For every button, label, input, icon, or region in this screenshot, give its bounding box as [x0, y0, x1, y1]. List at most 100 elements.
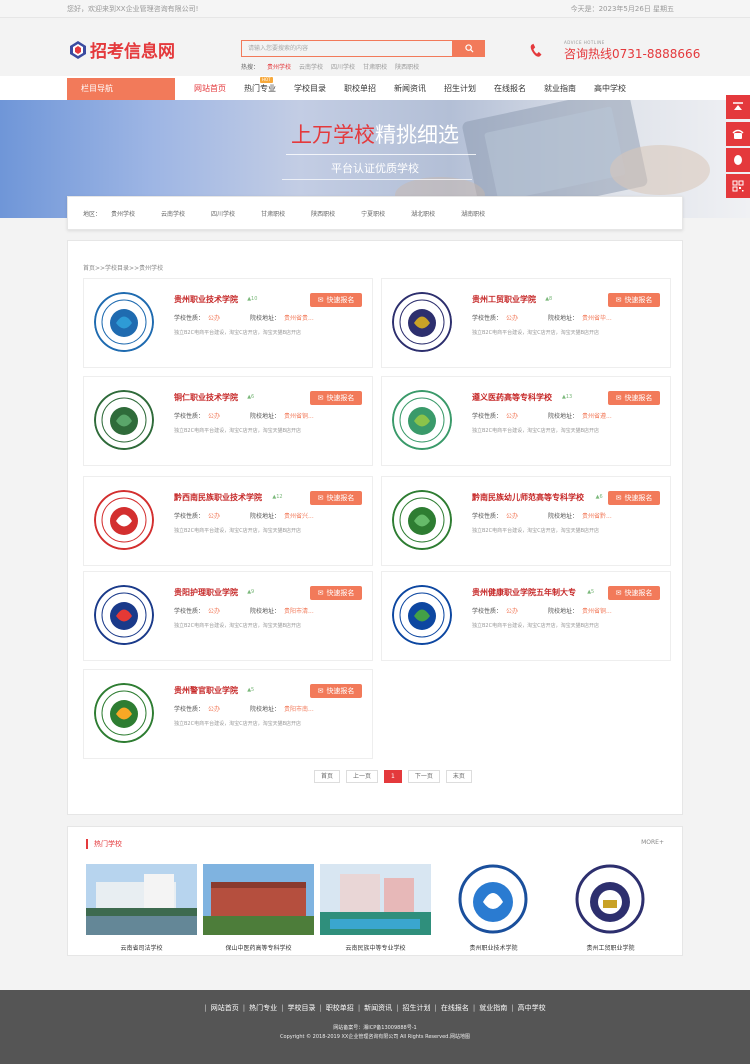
search-button[interactable]	[453, 40, 485, 57]
quick-apply-button[interactable]: ✉ 快速报名	[310, 293, 362, 307]
quick-apply-button[interactable]: ✉ 快速报名	[608, 491, 660, 505]
hot-school-item[interactable]: 保山中医药高等专科学校	[203, 864, 314, 952]
hot-search-item[interactable]: 甘肃职校	[363, 62, 387, 71]
hot-school-name: 云南民族中等专业学校	[345, 945, 406, 952]
school-photo	[555, 864, 666, 935]
region-item[interactable]: 陕西职校	[311, 209, 335, 218]
hot-school-item[interactable]: 贵州工贸职业学院	[555, 864, 666, 952]
hot-school-item[interactable]: 云南省司法学校	[86, 864, 197, 952]
hot-school-name: 贵州职业技术学院	[469, 945, 518, 952]
school-card[interactable]: 铜仁职业技术学院 ▲6 ✉ 快速报名 学校性质： 公办 院校地址： 贵州省铜... 独立B2C电…	[83, 376, 373, 466]
school-card[interactable]: 遵义医药高等专科学校 ▲13 ✉ 快速报名 学校性质： 公办 院校地址： 贵州省遵... 独立B…	[381, 376, 671, 466]
school-card[interactable]: 贵州健康职业学院五年制大专 ▲5 ✉ 快速报名 学校性质： 公办 院校地址： 贵州省铜... 独…	[381, 571, 671, 661]
nature-label: 学校性质：	[472, 315, 503, 322]
nature-label: 学校性质：	[472, 413, 503, 420]
quick-apply-button[interactable]: ✉ 快速报名	[608, 391, 660, 405]
site-logo[interactable]: 招考信息网	[68, 37, 175, 62]
school-name[interactable]: 贵州警官职业学院	[174, 685, 238, 696]
footer-link[interactable]: 网站首页	[211, 1004, 239, 1012]
view-count-value: 5	[591, 589, 595, 595]
pager-current[interactable]: 1	[384, 770, 402, 783]
region-item[interactable]: 湖南职校	[461, 209, 485, 218]
quick-apply-button[interactable]: ✉ 快速报名	[310, 391, 362, 405]
hot-search-item[interactable]: 云南学校	[299, 62, 323, 71]
search-input[interactable]: 请输入您要搜索的内容	[241, 40, 453, 57]
nav-high-school[interactable]: 高中学校	[594, 76, 626, 102]
nav-career[interactable]: 就业指南	[544, 76, 576, 102]
nav-school-list[interactable]: 学校目录	[294, 76, 326, 102]
school-name[interactable]: 铜仁职业技术学院	[174, 392, 238, 403]
school-description: 独立B2C电商平台建设，淘宝C店开店，淘宝天猫B店开店	[174, 721, 302, 727]
footer-link[interactable]: 在线报名	[441, 1004, 469, 1012]
nav-hot-major[interactable]: HOT 热门专业	[244, 76, 276, 102]
school-description: 独立B2C电商平台建设，淘宝C店开店，淘宝天猫B店开店	[174, 528, 302, 534]
nav-apply[interactable]: 在线报名	[494, 76, 526, 102]
nav-plan[interactable]: 招生计划	[444, 76, 476, 102]
search-icon	[464, 44, 474, 53]
footer-link[interactable]: 学校目录	[287, 1004, 315, 1012]
breadcrumb[interactable]: 首页>>学校目录>>贵州学校	[83, 263, 163, 272]
quick-apply-button[interactable]: ✉ 快速报名	[310, 491, 362, 505]
nav-single-admission[interactable]: 职校单招	[344, 76, 376, 102]
footer-link[interactable]: 就业指南	[479, 1004, 507, 1012]
school-name[interactable]: 贵州健康职业学院五年制大专	[472, 587, 576, 598]
quick-apply-label: 快速报名	[326, 296, 355, 304]
phone-side-button[interactable]	[726, 122, 750, 146]
hot-search-item[interactable]: 陕西职校	[395, 62, 419, 71]
school-card[interactable]: 贵州职业技术学院 ▲10 ✉ 快速报名 学校性质： 公办 院校地址： 贵州省贵... 独立B2C…	[83, 278, 373, 368]
region-item[interactable]: 湖北职校	[411, 209, 435, 218]
school-card[interactable]: 黔西南民族职业技术学院 ▲12 ✉ 快速报名 学校性质： 公办 院校地址： 贵州省兴... 独立…	[83, 476, 373, 566]
school-view-count: ▲6	[596, 494, 603, 500]
footer-separator: |	[434, 1004, 437, 1012]
region-item[interactable]: 云南学校	[161, 209, 185, 218]
footer-link[interactable]: 招生计划	[403, 1004, 431, 1012]
school-name[interactable]: 贵阳护理职业学院	[174, 587, 238, 598]
school-logo	[94, 490, 154, 550]
school-card[interactable]: 黔南民族幼儿师范高等专科学校 ▲6 ✉ 快速报名 学校性质： 公办 院校地址： 贵州省黔...…	[381, 476, 671, 566]
qrcode-side-button[interactable]	[726, 174, 750, 198]
school-name[interactable]: 贵州职业技术学院	[174, 294, 238, 305]
nav-news[interactable]: 新闻资讯	[394, 76, 426, 102]
address-label: 院校地址：	[548, 315, 579, 322]
school-name[interactable]: 黔西南民族职业技术学院	[174, 492, 262, 503]
pager-prev[interactable]: 上一页	[346, 770, 379, 783]
hot-schools-more-link[interactable]: MORE+	[641, 839, 664, 846]
footer-link[interactable]: 热门专业	[249, 1004, 277, 1012]
region-item[interactable]: 宁夏职校	[361, 209, 385, 218]
school-card[interactable]: 贵州工贸职业学院 ▲8 ✉ 快速报名 学校性质： 公办 院校地址： 贵州省毕... 独立B2C电…	[381, 278, 671, 368]
school-name[interactable]: 黔南民族幼儿师范高等专科学校	[472, 492, 584, 503]
quick-apply-button[interactable]: ✉ 快速报名	[608, 586, 660, 600]
hot-school-item[interactable]: 贵州职业技术学院	[438, 864, 549, 952]
pager-first[interactable]: 首页	[314, 770, 341, 783]
nav-home[interactable]: 网站首页	[194, 76, 226, 102]
footer-link[interactable]: 新闻资讯	[364, 1004, 392, 1012]
school-description: 独立B2C电商平台建设，淘宝C店开店，淘宝天猫B店开店	[472, 330, 600, 336]
quick-apply-button[interactable]: ✉ 快速报名	[608, 293, 660, 307]
qq-side-button[interactable]	[726, 148, 750, 172]
back-to-top-button[interactable]	[726, 95, 750, 119]
hot-search-item[interactable]: 四川学校	[331, 62, 355, 71]
region-item[interactable]: 贵州学校	[111, 209, 135, 218]
footer-link[interactable]: 职校单招	[326, 1004, 354, 1012]
school-card[interactable]: 贵阳护理职业学院 ▲9 ✉ 快速报名 学校性质： 公办 院校地址： 贵阳市清... 独立B2C电…	[83, 571, 373, 661]
quick-apply-button[interactable]: ✉ 快速报名	[310, 586, 362, 600]
banner-divider	[282, 179, 472, 180]
pager-next[interactable]: 下一页	[407, 770, 440, 783]
quick-apply-label: 快速报名	[624, 589, 653, 597]
school-view-count: ▲5	[247, 687, 254, 693]
banner-subtitle: 平台认证优质学校	[331, 162, 419, 175]
footer-link[interactable]: 高中学校	[518, 1004, 546, 1012]
pager-last[interactable]: 末页	[445, 770, 472, 783]
hot-search-item[interactable]: 贵州学校	[267, 62, 291, 71]
hot-school-item[interactable]: 云南民族中等专业学校	[320, 864, 431, 952]
school-card[interactable]: 贵州警官职业学院 ▲5 ✉ 快速报名 学校性质： 公办 院校地址： 贵阳市南... 独立B2C电…	[83, 669, 373, 759]
region-item[interactable]: 甘肃职校	[261, 209, 285, 218]
nature-label: 学校性质：	[174, 413, 205, 420]
school-name[interactable]: 贵州工贸职业学院	[472, 294, 536, 305]
quick-apply-button[interactable]: ✉ 快速报名	[310, 684, 362, 698]
region-item[interactable]: 四川学校	[211, 209, 235, 218]
view-count-value: 6	[599, 494, 603, 500]
hot-search: 热搜： 贵州学校 云南学校 四川学校 甘肃职校 陕西职校	[241, 62, 485, 71]
column-nav-button[interactable]: 栏目导航	[67, 78, 175, 100]
school-name[interactable]: 遵义医药高等专科学校	[472, 392, 552, 403]
